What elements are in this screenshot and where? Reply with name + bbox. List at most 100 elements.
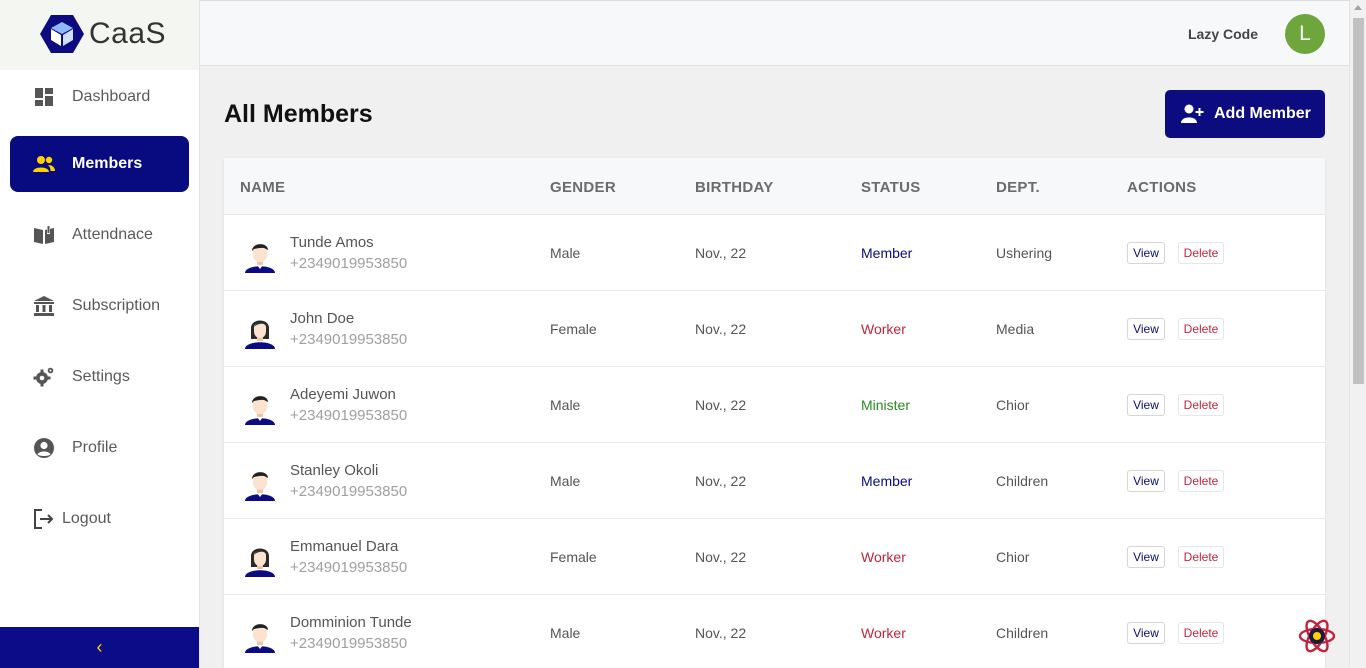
delete-button[interactable]: Delete bbox=[1178, 242, 1224, 264]
sidebar-item-profile[interactable]: Profile bbox=[10, 420, 189, 476]
bank-icon bbox=[32, 294, 56, 318]
member-status: Worker bbox=[861, 549, 906, 565]
member-birthday: Nov., 22 bbox=[695, 473, 747, 489]
scroll-up-arrow-icon[interactable] bbox=[1354, 5, 1362, 10]
avatar-letter: L bbox=[1299, 22, 1311, 45]
member-birthday: Nov., 22 bbox=[695, 245, 747, 261]
logout-icon bbox=[32, 507, 56, 531]
view-button[interactable]: View bbox=[1127, 318, 1165, 340]
sidebar-item-label: Settings bbox=[72, 368, 130, 385]
member-phone: +2349019953850 bbox=[290, 483, 408, 500]
table-row: Adeyemi Juwon +2349019953850 Male Nov., 22 M… bbox=[224, 367, 1325, 443]
sidebar-item-logout[interactable]: Logout bbox=[10, 491, 189, 547]
table-header: NAME GENDER BIRTHDAY STATUS DEPT. ACTION… bbox=[224, 158, 1325, 215]
member-birthday: Nov., 22 bbox=[695, 321, 747, 337]
column-header-name[interactable]: NAME bbox=[240, 179, 285, 196]
avatar[interactable]: L bbox=[1285, 14, 1325, 54]
sidebar-item-label: Attendnace bbox=[72, 226, 153, 243]
member-dept: Chior bbox=[996, 549, 1030, 565]
member-name: Domminion Tunde bbox=[290, 614, 412, 631]
collapse-sidebar-button[interactable]: ‹ bbox=[0, 627, 199, 668]
member-avatar-icon bbox=[244, 391, 276, 425]
view-button[interactable]: View bbox=[1127, 622, 1165, 644]
sidebar-item-label: Members bbox=[72, 155, 143, 172]
delete-button[interactable]: Delete bbox=[1178, 546, 1224, 568]
column-header-dept[interactable]: DEPT. bbox=[996, 179, 1040, 196]
logo-icon bbox=[40, 15, 84, 53]
gear-icon bbox=[32, 365, 56, 389]
member-gender: Female bbox=[550, 549, 597, 565]
member-phone: +2349019953850 bbox=[290, 255, 408, 272]
member-gender: Female bbox=[550, 321, 597, 337]
table-row: Domminion Tunde +2349019953850 Male Nov., 2… bbox=[224, 595, 1325, 668]
delete-button[interactable]: Delete bbox=[1178, 470, 1224, 492]
member-status: Member bbox=[861, 473, 913, 489]
member-birthday: Nov., 22 bbox=[695, 549, 747, 565]
book-icon bbox=[32, 223, 56, 247]
logo[interactable]: CaaS bbox=[0, 0, 199, 70]
dashboard-icon bbox=[32, 85, 56, 109]
view-button[interactable]: View bbox=[1127, 242, 1165, 264]
member-status: Minister bbox=[861, 397, 911, 413]
sidebar-item-dashboard[interactable]: Dashboard bbox=[10, 69, 189, 125]
table-row: Tunde Amos +2349019953850 Male Nov., 22 Memb… bbox=[224, 215, 1325, 291]
view-button[interactable]: View bbox=[1127, 470, 1165, 492]
delete-button[interactable]: Delete bbox=[1178, 318, 1224, 340]
view-button[interactable]: View bbox=[1127, 546, 1165, 568]
column-header-gender[interactable]: GENDER bbox=[550, 179, 616, 196]
react-devtools-icon[interactable] bbox=[1297, 616, 1337, 656]
page-scrollbar[interactable] bbox=[1349, 0, 1366, 668]
app-name: CaaS bbox=[89, 17, 167, 50]
user-plus-icon bbox=[1180, 103, 1206, 130]
member-gender: Male bbox=[550, 397, 581, 413]
member-avatar-icon bbox=[244, 619, 276, 653]
member-dept: Ushering bbox=[996, 245, 1053, 261]
member-phone: +2349019953850 bbox=[290, 635, 408, 652]
sidebar-item-members[interactable]: Members bbox=[10, 136, 189, 192]
page-title: All Members bbox=[224, 100, 373, 128]
member-birthday: Nov., 22 bbox=[695, 625, 747, 641]
member-status: Worker bbox=[861, 625, 906, 641]
member-gender: Male bbox=[550, 625, 581, 641]
users-icon bbox=[32, 152, 56, 176]
table-row: Emmanuel Dara +2349019953850 Female Nov., 2… bbox=[224, 519, 1325, 595]
member-name: Tunde Amos bbox=[290, 234, 374, 251]
delete-button[interactable]: Delete bbox=[1178, 622, 1224, 644]
column-header-actions: ACTIONS bbox=[1127, 179, 1197, 196]
member-dept: Chior bbox=[996, 397, 1030, 413]
user-circle-icon bbox=[32, 436, 56, 460]
member-avatar-icon bbox=[244, 467, 276, 501]
table-row: John Doe +2349019953850 Female Nov., 22 Work… bbox=[224, 291, 1325, 367]
member-gender: Male bbox=[550, 245, 581, 261]
sidebar-item-settings[interactable]: Settings bbox=[10, 349, 189, 405]
member-phone: +2349019953850 bbox=[290, 559, 408, 576]
column-header-birthday[interactable]: BIRTHDAY bbox=[695, 179, 774, 196]
sidebar-item-subscription[interactable]: Subscription bbox=[10, 278, 189, 334]
members-table: NAME GENDER BIRTHDAY STATUS DEPT. ACTION… bbox=[224, 158, 1325, 668]
view-button[interactable]: View bbox=[1127, 394, 1165, 416]
member-birthday: Nov., 22 bbox=[695, 397, 747, 413]
sidebar-item-label: Subscription bbox=[72, 297, 161, 314]
top-bar: Lazy Code L bbox=[200, 0, 1350, 66]
member-status: Member bbox=[861, 245, 913, 261]
sidebar-item-label: Dashboard bbox=[72, 88, 151, 105]
add-member-button[interactable]: Add Member bbox=[1165, 90, 1325, 138]
member-phone: +2349019953850 bbox=[290, 331, 408, 348]
username: Lazy Code bbox=[1187, 26, 1258, 42]
member-name: John Doe bbox=[290, 310, 355, 327]
sidebar: CaaS Dashboard Members Attendnace Subscr… bbox=[0, 0, 200, 668]
member-phone: +2349019953850 bbox=[290, 407, 408, 424]
member-dept: Media bbox=[996, 321, 1035, 337]
delete-button[interactable]: Delete bbox=[1178, 394, 1224, 416]
member-avatar-icon bbox=[244, 543, 276, 577]
sidebar-item-attendance[interactable]: Attendnace bbox=[10, 207, 189, 263]
member-name: Stanley Okoli bbox=[290, 462, 379, 479]
chevron-left-icon: ‹ bbox=[96, 637, 103, 657]
sidebar-item-label: Logout bbox=[62, 510, 111, 527]
member-avatar-icon bbox=[244, 315, 276, 349]
member-gender: Male bbox=[550, 473, 581, 489]
column-header-status[interactable]: STATUS bbox=[861, 179, 921, 196]
member-name: Emmanuel Dara bbox=[290, 538, 399, 555]
member-name: Adeyemi Juwon bbox=[290, 386, 396, 403]
scroll-thumb[interactable] bbox=[1353, 18, 1364, 384]
